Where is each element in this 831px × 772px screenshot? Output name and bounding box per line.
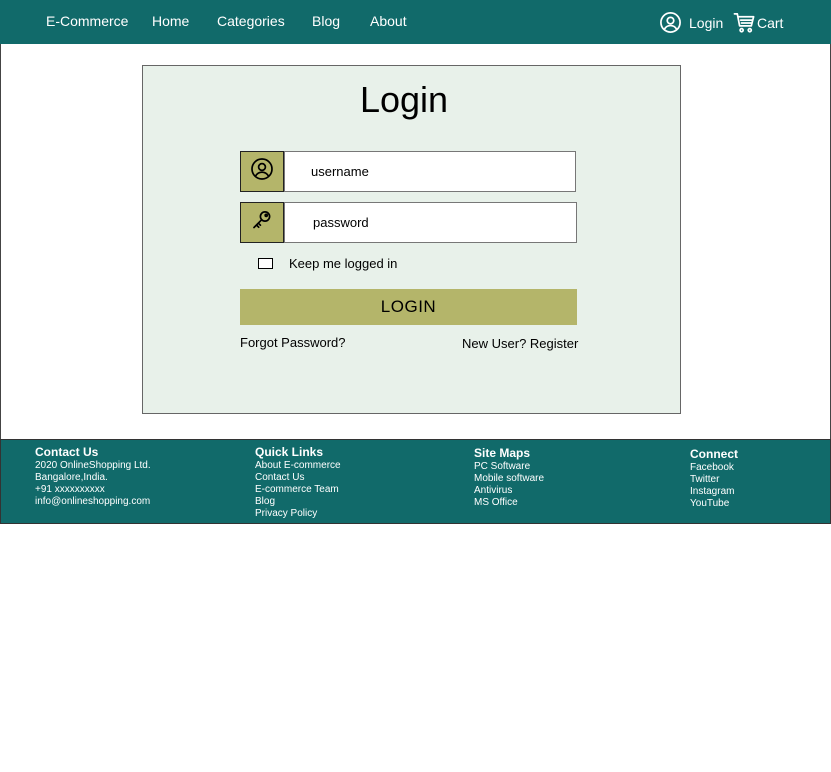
footer-quick-links-column: Quick Links About E-commerce Contact Us … — [255, 445, 341, 520]
brand-link[interactable]: E-Commerce — [46, 13, 128, 29]
password-input[interactable] — [284, 202, 577, 243]
footer-quick-links-heading: Quick Links — [255, 445, 324, 459]
footer-link-antivirus[interactable]: Antivirus — [474, 485, 544, 497]
key-icon — [250, 208, 274, 237]
footer-site-maps-heading: Site Maps — [474, 446, 531, 460]
password-icon-box — [240, 202, 284, 243]
footer-contact-line: Bangalore,India. — [35, 472, 108, 483]
footer-link-ms-office[interactable]: MS Office — [474, 497, 544, 509]
register-link[interactable]: New User? Register — [462, 336, 578, 351]
footer-connect-column: Connect Facebook Twitter Instagram YouTu… — [690, 447, 738, 510]
nav-link-home[interactable]: Home — [152, 13, 189, 29]
username-input[interactable] — [284, 151, 576, 192]
footer-link-facebook[interactable]: Facebook — [690, 462, 738, 474]
navbar: E-Commerce Home Categories Blog About Lo… — [0, 0, 831, 45]
forgot-password-link[interactable]: Forgot Password? — [240, 335, 346, 350]
footer-link-about[interactable]: About E-commerce — [255, 460, 341, 472]
footer-contact-line: +91 xxxxxxxxxx — [35, 484, 105, 495]
footer-link-contact[interactable]: Contact Us — [255, 472, 341, 484]
cart-nav-button[interactable]: Cart — [733, 11, 783, 34]
footer-link-youtube[interactable]: YouTube — [690, 498, 738, 510]
footer-contact-line: 2020 OnlineShopping Ltd. — [35, 460, 151, 471]
remember-me-checkbox[interactable] — [258, 258, 273, 269]
user-circle-icon — [250, 157, 274, 186]
footer-link-privacy[interactable]: Privacy Policy — [255, 508, 341, 520]
username-icon-box — [240, 151, 284, 192]
footer-link-blog[interactable]: Blog — [255, 496, 341, 508]
footer-site-maps-column: Site Maps PC Software Mobile software An… — [474, 446, 544, 509]
login-submit-button[interactable]: LOGIN — [240, 289, 577, 325]
login-title: Login — [359, 79, 449, 120]
footer-contact-heading: Contact Us — [35, 445, 99, 459]
footer-link-team[interactable]: E-commerce Team — [255, 484, 341, 496]
nav-link-categories[interactable]: Categories — [217, 13, 285, 29]
footer-link-pc-software[interactable]: PC Software — [474, 461, 544, 473]
login-nav-label: Login — [689, 14, 724, 31]
remember-me-label: Keep me logged in — [289, 256, 398, 271]
footer-connect-heading: Connect — [690, 447, 738, 461]
nav-link-about[interactable]: About — [370, 13, 407, 29]
login-nav-button[interactable]: Login — [659, 11, 723, 34]
footer: Contact Us 2020 OnlineShopping Ltd. Bang… — [0, 439, 831, 524]
cart-nav-label: Cart — [757, 14, 784, 31]
shopping-cart-icon — [733, 11, 756, 34]
login-card: Login Keep me logged in LOGIN Forgot Pas… — [142, 65, 681, 414]
footer-contact-column: Contact Us 2020 OnlineShopping Ltd. Bang… — [35, 445, 151, 508]
footer-contact-email: info@onlineshopping.com — [35, 496, 151, 507]
footer-link-twitter[interactable]: Twitter — [690, 474, 738, 486]
user-circle-icon — [659, 11, 682, 34]
footer-link-instagram[interactable]: Instagram — [690, 486, 738, 498]
nav-link-blog[interactable]: Blog — [312, 13, 340, 29]
footer-link-mobile-software[interactable]: Mobile software — [474, 473, 544, 485]
